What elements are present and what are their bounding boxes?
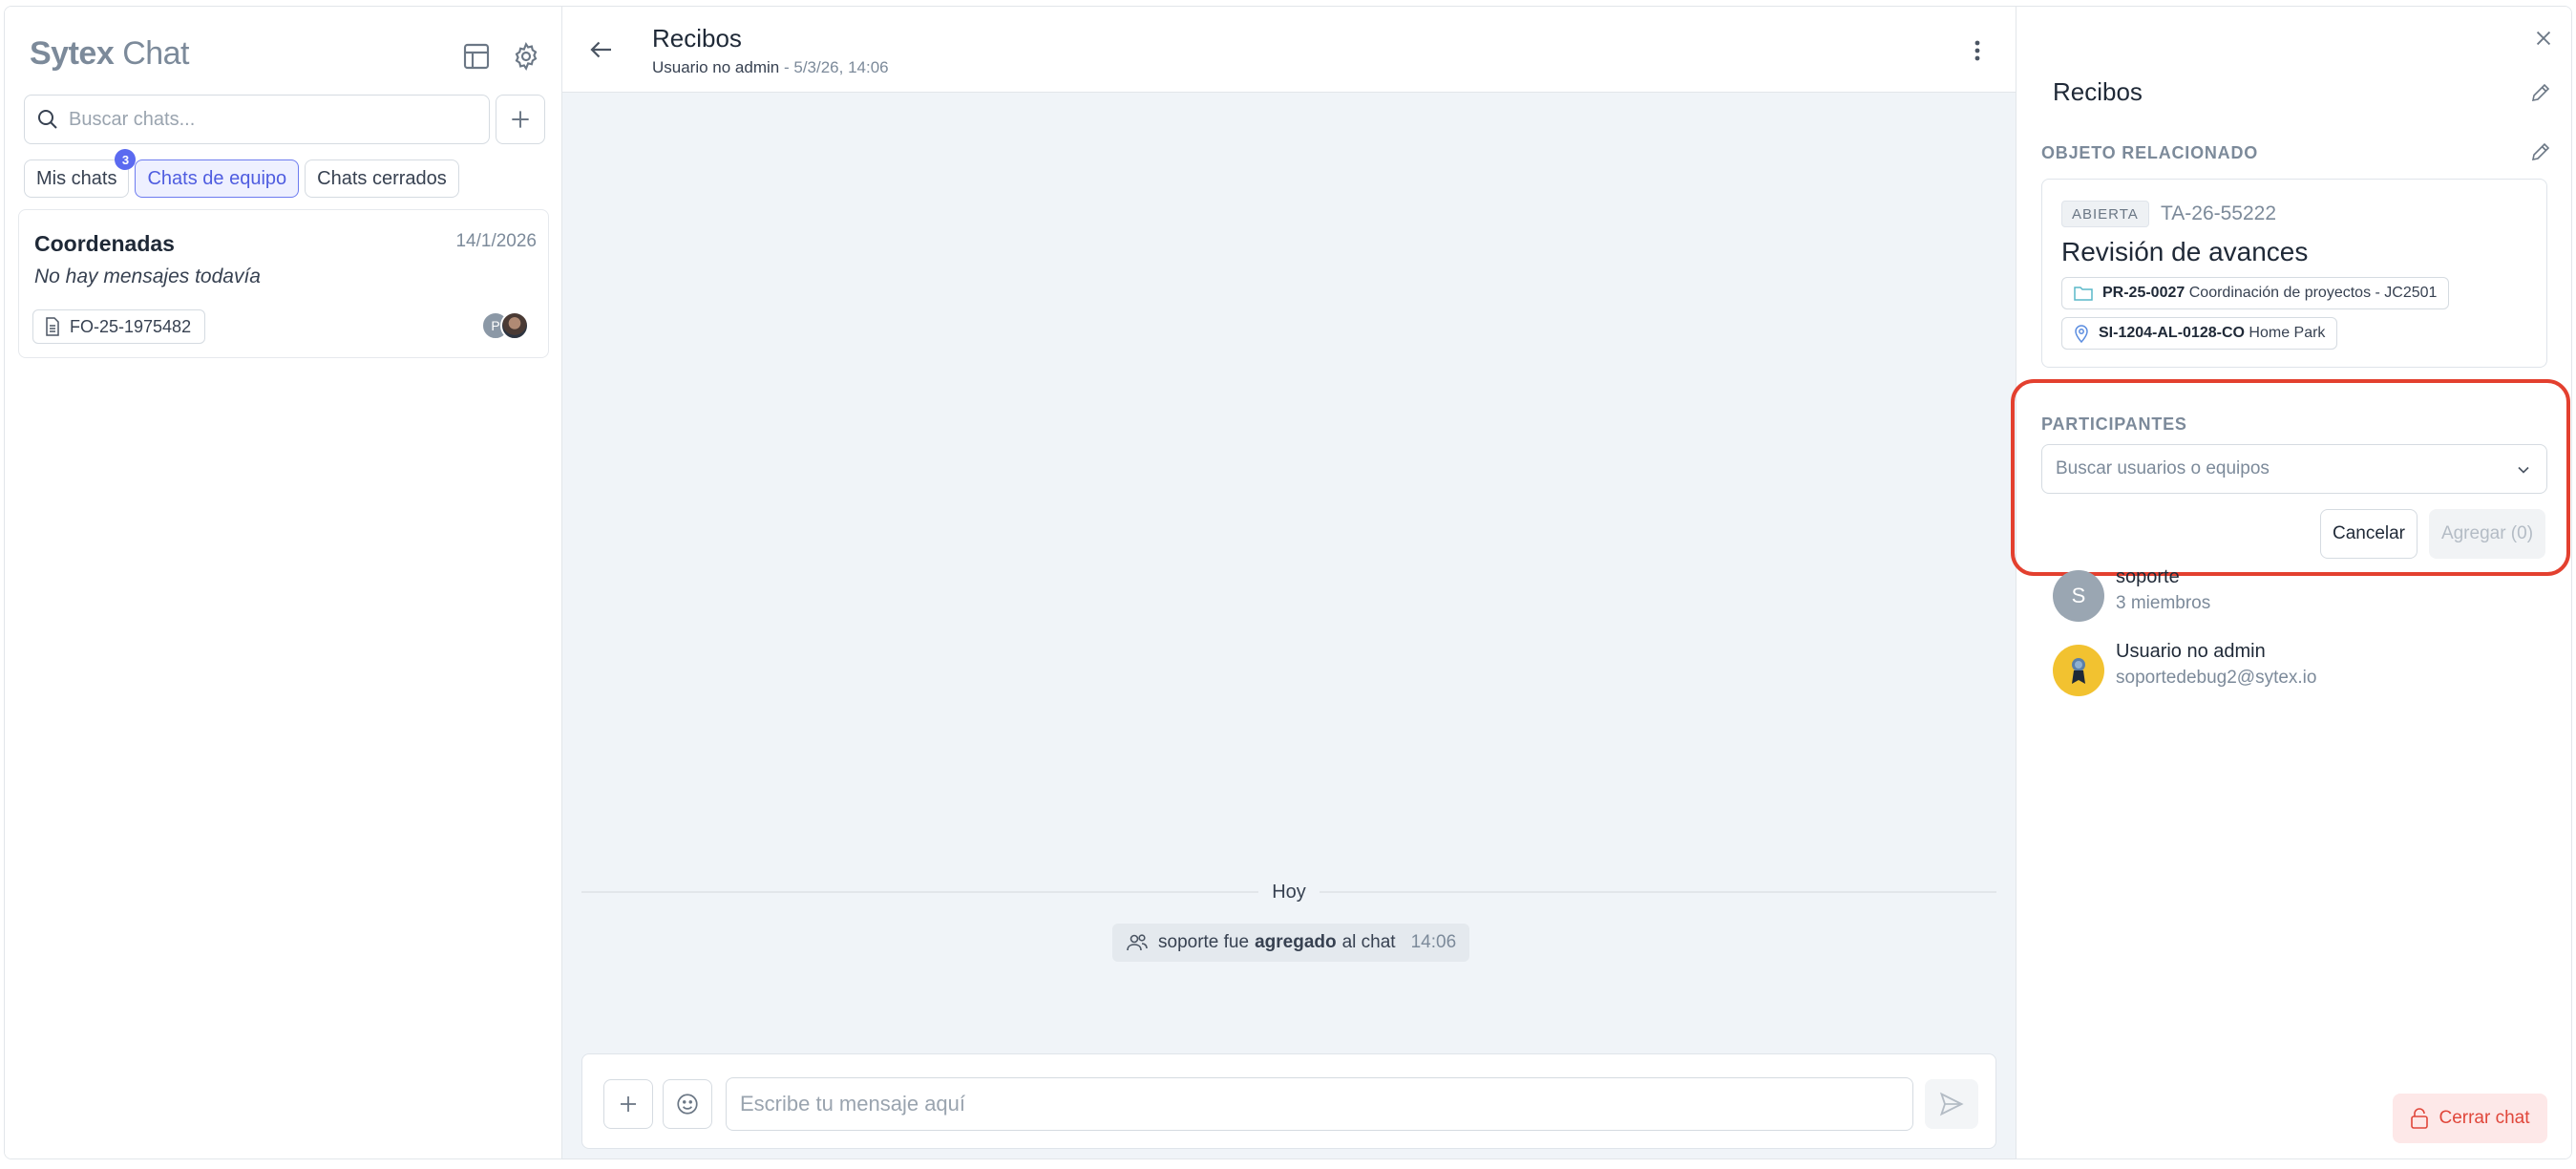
- tab-chats-de-equipo[interactable]: Chats de equipo: [135, 159, 300, 198]
- chat-item-tag[interactable]: FO-25-1975482: [32, 309, 206, 344]
- chat-subtitle: Usuario no admin - 5/3/26, 14:06: [652, 58, 889, 76]
- chat-view: Recibos Usuario no admin - 5/3/26, 14:06…: [562, 7, 2016, 1158]
- gear-icon[interactable]: [511, 41, 541, 72]
- close-icon[interactable]: [2533, 28, 2554, 49]
- participant-avatars: P: [481, 309, 535, 342]
- member-item[interactable]: Usuario no admin soportedebug2@sytex.io: [2053, 641, 2549, 698]
- add-participants-button[interactable]: Agregar (0): [2429, 509, 2545, 559]
- close-chat-button[interactable]: Cerrar chat: [2393, 1094, 2547, 1143]
- site-link[interactable]: SI-1204-AL-0128-CO Home Park: [2061, 317, 2338, 350]
- status-badge: ABIERTA: [2061, 201, 2149, 227]
- edit-title-icon[interactable]: [2529, 81, 2552, 104]
- chat-search[interactable]: [24, 95, 490, 144]
- attach-button[interactable]: [603, 1079, 653, 1129]
- chat-item-date: 14/1/2026: [455, 231, 537, 251]
- avatar: S: [2053, 570, 2104, 622]
- tab-mis-chats[interactable]: Mis chats 3: [24, 149, 137, 198]
- member-item[interactable]: S soporte 3 miembros: [2053, 566, 2549, 624]
- chat-header: Recibos Usuario no admin - 5/3/26, 14:06: [562, 7, 2016, 93]
- send-icon: [1939, 1092, 1964, 1116]
- member-subtitle: soportedebug2@sytex.io: [2116, 668, 2317, 688]
- back-arrow-icon[interactable]: [587, 35, 616, 64]
- avatar: [2053, 645, 2104, 696]
- member-name: soporte: [2116, 566, 2180, 587]
- layout-icon[interactable]: [461, 41, 492, 72]
- related-object-card[interactable]: ABIERTA TA-26-55222 Revisión de avances …: [2041, 179, 2547, 368]
- unread-badge: 3: [115, 149, 137, 170]
- day-label: Hoy: [562, 882, 2016, 903]
- project-link[interactable]: PR-25-0027 Coordinación de proyectos - J…: [2061, 277, 2450, 309]
- app-window: Sytex Chat Buscar chats... Mis chats 3 C…: [4, 6, 2572, 1159]
- tab-chats-cerrados[interactable]: Chats cerrados: [305, 159, 459, 198]
- message-composer: [581, 1053, 1996, 1149]
- chevron-down-icon: [2514, 460, 2533, 479]
- form-icon: [45, 317, 60, 336]
- chat-item-title: Coordenadas: [34, 231, 175, 256]
- message-input[interactable]: [726, 1077, 1913, 1131]
- related-object-label: OBJETO RELACIONADO: [2041, 143, 2259, 162]
- new-chat-button[interactable]: [496, 95, 545, 144]
- participants-search-select[interactable]: Buscar usuarios o equipos: [2041, 444, 2547, 494]
- emoji-button[interactable]: [663, 1079, 712, 1129]
- sidebar: Sytex Chat Buscar chats... Mis chats 3 C…: [5, 7, 562, 1158]
- search-icon: [36, 108, 59, 131]
- chat-list-item[interactable]: Coordenadas 14/1/2026 No hay mensajes to…: [18, 209, 549, 358]
- group-icon: [1126, 933, 1149, 952]
- chat-title: Recibos: [652, 24, 742, 53]
- edit-related-icon[interactable]: [2529, 140, 2552, 163]
- chat-tabs: Mis chats 3 Chats de equipo Chats cerrad…: [24, 149, 459, 198]
- search-input[interactable]: [69, 108, 470, 131]
- object-code: TA-26-55222: [2161, 202, 2277, 224]
- folder-icon: [2074, 286, 2093, 301]
- lock-icon: [2410, 1107, 2429, 1130]
- plus-icon: [621, 1096, 636, 1112]
- location-pin-icon: [2074, 324, 2089, 343]
- chat-details-panel: Recibos OBJETO RELACIONADO ABIERTA TA-26…: [2011, 7, 2571, 1158]
- object-name: Revisión de avances: [2061, 237, 2309, 266]
- chat-item-preview: No hay mensajes todavía: [34, 266, 261, 287]
- app-logo: Sytex Chat: [30, 35, 190, 72]
- smiley-icon: [677, 1094, 698, 1115]
- send-button[interactable]: [1925, 1079, 1978, 1129]
- award-icon: [2072, 658, 2085, 684]
- panel-title: Recibos: [2053, 77, 2143, 106]
- plus-icon: [512, 111, 529, 128]
- member-name: Usuario no admin: [2116, 641, 2266, 662]
- participants-label: PARTICIPANTES: [2041, 414, 2187, 434]
- member-subtitle: 3 miembros: [2116, 593, 2211, 613]
- system-message: soporte fue agregado al chat 14:06: [1112, 924, 1470, 962]
- cancel-button[interactable]: Cancelar: [2320, 509, 2418, 559]
- avatar: [500, 311, 529, 340]
- more-options-icon[interactable]: [1974, 39, 1981, 62]
